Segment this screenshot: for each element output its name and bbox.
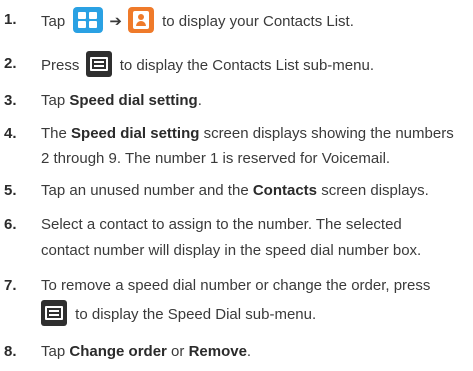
step-text-post: screen displays showing the numbers <box>203 125 454 142</box>
apps-grid-icon <box>73 7 104 33</box>
step-text-line-1: Select a contact to assign to the number… <box>41 216 402 233</box>
step-text-pre: The <box>41 125 67 142</box>
arrow-icon: ➔ <box>109 12 122 30</box>
step-text: Tap ➔ to display your Contacts List. <box>41 7 354 33</box>
instructions-page: 1. Tap ➔ to display your Contacts List. … <box>0 0 473 371</box>
step-text-line-1: To remove a speed dial number or change … <box>41 277 431 294</box>
step-text-post: . <box>246 343 252 360</box>
step-text-post: screen displays. <box>321 182 429 199</box>
menu-key-icon <box>85 51 112 77</box>
step-text-post: . <box>197 92 202 109</box>
step-text-pre: Tap <box>41 343 66 360</box>
step-text: Tap Speed dial setting. <box>41 92 202 110</box>
step-bold-text: Contacts <box>252 182 318 199</box>
step-text-pre: Tap an unused number and the <box>41 182 249 199</box>
step-bold-text: Speed dial setting <box>71 125 200 142</box>
step-number: 7. <box>4 277 17 294</box>
step-number: 2. <box>4 55 17 72</box>
step-text-line-2: to display the Speed Dial sub-menu. <box>41 300 317 326</box>
step-number: 6. <box>4 216 17 233</box>
contacts-icon <box>127 7 154 33</box>
step-text-post: to display the Speed Dial sub-menu. <box>75 305 317 323</box>
step-number: 5. <box>4 182 17 199</box>
step-number: 8. <box>4 343 17 360</box>
menu-key-icon <box>41 300 67 326</box>
step-number: 1. <box>4 11 17 28</box>
step-text-pre: Press <box>41 56 80 74</box>
step-text: Press to display the Contacts List sub-m… <box>41 51 374 77</box>
step-text-line-2: 2 through 9. The number 1 is reserved fo… <box>41 150 391 167</box>
step-bold-text: Speed dial setting <box>69 92 198 109</box>
step-text: Tap Change order or Remove. <box>41 343 251 361</box>
step-text-post: to display your Contacts List. <box>162 12 354 30</box>
step-text: Tap an unused number and the Contacts sc… <box>41 182 429 200</box>
step-text-line-2: contact number will display in the speed… <box>41 242 422 259</box>
step-number: 4. <box>4 125 17 142</box>
step-bold-text: Remove <box>188 343 247 360</box>
step-number: 3. <box>4 92 17 109</box>
step-text-pre: Tap <box>41 92 66 109</box>
step-text-post: to display the Contacts List sub-menu. <box>119 56 374 74</box>
step-text-pre: Tap <box>41 12 66 30</box>
step-bold-text: Change order <box>69 343 167 360</box>
step-text-mid: or <box>171 343 185 360</box>
step-text-line-1: The Speed dial setting screen displays s… <box>41 125 454 143</box>
